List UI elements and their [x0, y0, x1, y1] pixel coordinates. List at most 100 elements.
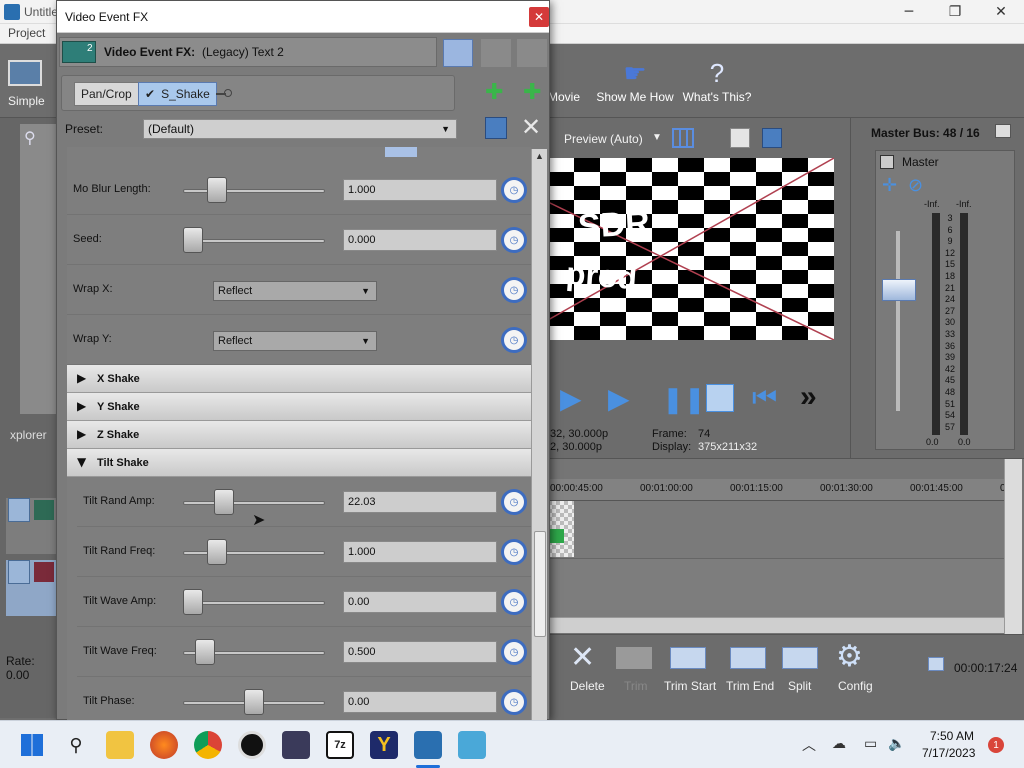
gear-icon[interactable]: ⚙ — [836, 641, 863, 673]
param-slider-thumb[interactable] — [183, 227, 203, 253]
param-value-field[interactable]: 0.00 — [343, 591, 497, 613]
track-header-1[interactable] — [6, 498, 56, 554]
remove-plugin-icon[interactable]: ✚ — [523, 81, 541, 103]
firefox-icon[interactable] — [150, 731, 178, 759]
param-slider-track[interactable] — [183, 551, 325, 555]
param-value-field[interactable]: 0.00 — [343, 691, 497, 713]
save-preset-icon[interactable] — [485, 117, 507, 139]
app-y-icon[interactable]: Y — [370, 731, 398, 759]
master-fader-track[interactable] — [896, 231, 900, 411]
timeline-ruler[interactable]: 00:00:45:00 00:01:00:00 00:01:15:00 00:01:3… — [548, 479, 1019, 501]
preview-mode[interactable]: Preview (Auto) — [564, 132, 643, 146]
param-slider-track[interactable] — [183, 189, 325, 193]
layout-simple-label[interactable]: Simple — [8, 94, 45, 108]
go-to-start-icon[interactable]: ⏮ — [752, 382, 777, 415]
close-icon[interactable]: ✕ — [978, 0, 1024, 24]
param-value-field[interactable]: 22.03 — [343, 491, 497, 513]
explorer-tab[interactable]: xplorer — [10, 428, 47, 442]
event-fx-marker-icon[interactable] — [550, 529, 564, 543]
chevron-down-icon[interactable]: ▼ — [652, 132, 662, 143]
param-slider-thumb[interactable] — [207, 539, 228, 565]
network-icon[interactable]: ☁ — [832, 735, 846, 752]
master-fx-icon[interactable] — [880, 155, 894, 169]
wrap-y-select[interactable]: Reflect ▼ — [213, 331, 377, 351]
delete-preset-icon[interactable]: ✕ — [521, 115, 541, 139]
param-slider-thumb[interactable] — [183, 589, 203, 615]
chrome-icon[interactable] — [194, 731, 222, 759]
trim-end-button[interactable]: Trim End — [726, 679, 774, 693]
wrap-x-select[interactable]: Reflect ▼ — [213, 281, 377, 301]
plugin-chain-add-icon[interactable]: ✚ — [485, 81, 503, 103]
animate-clock-icon[interactable]: ◷ — [501, 277, 527, 303]
fast-forward-icon[interactable]: » — [800, 380, 817, 414]
video-editor-icon[interactable] — [282, 731, 310, 759]
trim-start-button[interactable]: Trim Start — [664, 679, 716, 693]
param-slider-thumb[interactable] — [244, 689, 264, 715]
copy-snapshot-icon[interactable] — [730, 128, 750, 148]
play-icon[interactable]: ▶ — [608, 382, 630, 415]
clock-time[interactable]: 7:50 AM — [930, 729, 974, 743]
animate-clock-icon[interactable]: ◷ — [501, 589, 527, 615]
animate-clock-icon[interactable]: ◷ — [501, 227, 527, 253]
split-icon[interactable] — [782, 647, 818, 669]
param-slider-thumb[interactable] — [213, 489, 234, 515]
app-icon-last[interactable] — [458, 731, 486, 759]
param-value-field[interactable]: 1.000 — [343, 541, 497, 563]
animate-clock-icon[interactable]: ◷ — [501, 539, 527, 565]
clock-date[interactable]: 7/17/2023 — [922, 746, 975, 760]
scroll-up-icon[interactable]: ▲ — [535, 151, 544, 161]
preset-select[interactable]: (Default) ▼ — [143, 119, 457, 139]
trim-end-icon[interactable] — [730, 647, 766, 669]
vegas-taskbar-icon[interactable] — [414, 731, 442, 759]
record-icon[interactable] — [238, 731, 266, 759]
windows-start-icon[interactable] — [18, 731, 46, 759]
maximize-icon[interactable]: ❐ — [932, 0, 978, 24]
save-snapshot-icon[interactable] — [762, 128, 782, 148]
display-icon[interactable]: ▭ — [864, 735, 877, 752]
file-explorer-icon[interactable] — [106, 731, 134, 759]
animate-clock-icon[interactable]: ◷ — [501, 689, 527, 715]
config-button[interactable]: Config — [838, 679, 873, 693]
trim-start-icon[interactable] — [670, 647, 706, 669]
split-view-icon[interactable] — [443, 39, 473, 67]
delete-icon[interactable]: ✕ — [570, 643, 595, 673]
param-value-field[interactable]: 0.500 — [343, 641, 497, 663]
grid-overlay-icon[interactable] — [672, 128, 694, 148]
animate-clock-icon[interactable]: ◷ — [501, 489, 527, 515]
animate-clock-icon[interactable]: ◷ — [501, 327, 527, 353]
7zip-icon[interactable]: 7z — [326, 731, 354, 759]
param-slider-thumb[interactable] — [195, 639, 216, 665]
param-slider-track[interactable] — [183, 239, 325, 243]
stop-icon[interactable] — [706, 384, 734, 412]
bypass-icon[interactable]: ⊘ — [908, 175, 923, 196]
menu-project[interactable]: Project — [8, 26, 45, 40]
mixer-properties-icon[interactable] — [995, 124, 1011, 138]
chain-s-shake[interactable]: ✔ S_Shake — [138, 82, 217, 106]
split-button[interactable]: Split — [788, 679, 811, 693]
dialog-close-icon[interactable]: ✕ — [529, 7, 549, 27]
param-slider-thumb[interactable] — [207, 177, 228, 203]
chain-pan-crop[interactable]: Pan/Crop — [74, 82, 139, 106]
section-z-shake[interactable]: ▶ Z Shake — [67, 421, 531, 449]
section-tilt-shake[interactable]: ▼ Tilt Shake — [67, 449, 531, 477]
animate-clock-icon[interactable]: ◷ — [501, 177, 527, 203]
delete-button[interactable]: Delete — [570, 679, 605, 693]
scrollbar-thumb[interactable] — [534, 531, 546, 637]
param-slider-track[interactable] — [183, 601, 325, 605]
param-value-field[interactable]: 1.000 — [343, 179, 497, 201]
show-me-how-button[interactable]: ☛ Show Me How — [594, 56, 676, 104]
param-value-field[interactable]: 0.000 — [343, 229, 497, 251]
insert-fx-icon[interactable]: ✛ — [882, 175, 897, 196]
master-fader-thumb[interactable] — [882, 279, 916, 301]
search-icon[interactable]: ⚲ — [62, 731, 90, 759]
search-icon[interactable]: ⚲ — [24, 128, 36, 148]
timeline-hscroll[interactable] — [548, 617, 1004, 633]
dialog-titlebar[interactable]: Video Event FX ✕ — [57, 1, 549, 33]
layout-simple-icon[interactable] — [8, 60, 42, 86]
play-from-start-icon[interactable]: ▶ — [560, 382, 582, 415]
section-y-shake[interactable]: ▶ Y Shake — [67, 393, 531, 421]
whats-this-button[interactable]: ? What's This? — [682, 56, 752, 104]
timeline-track-1[interactable] — [548, 501, 1004, 559]
pause-icon[interactable]: ❚❚ — [662, 384, 706, 415]
param-slider-track[interactable] — [183, 501, 325, 505]
